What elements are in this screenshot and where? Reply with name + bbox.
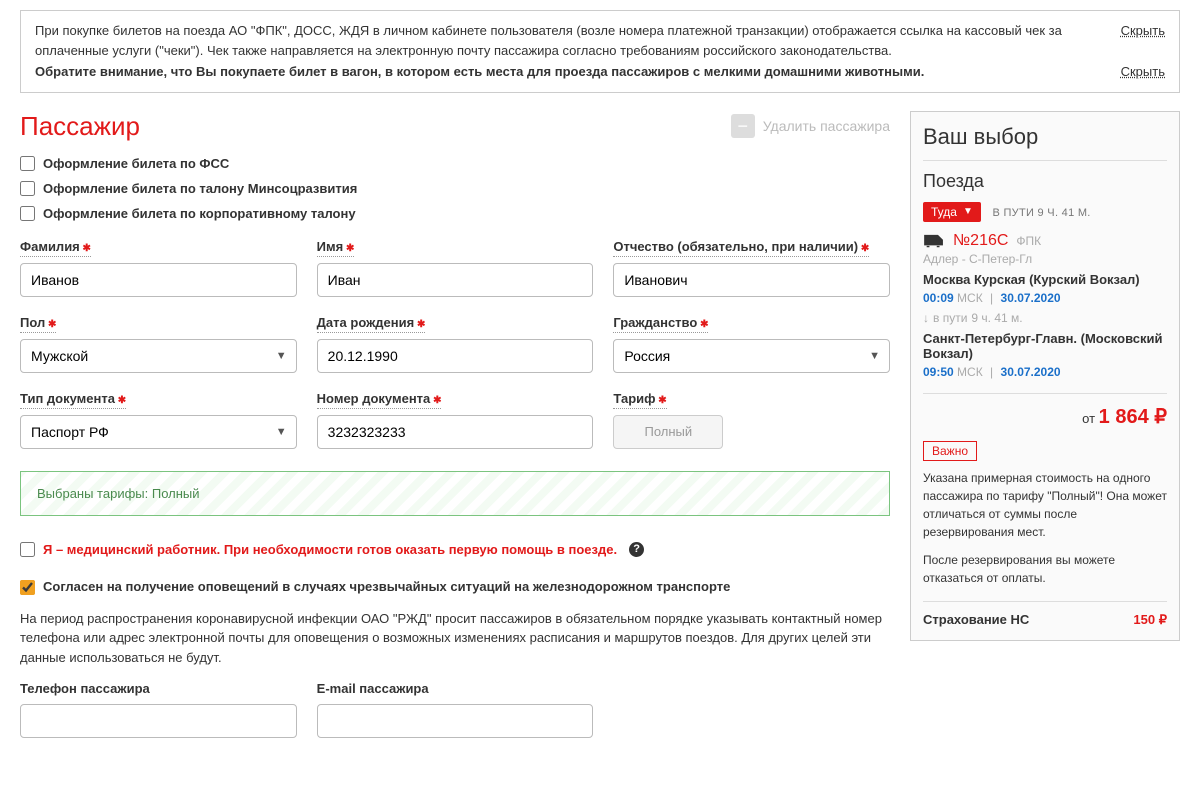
middlename-input[interactable] bbox=[613, 263, 890, 297]
direction-badge[interactable]: Туда ▼ bbox=[923, 202, 981, 222]
docnum-label: Номер документа bbox=[317, 391, 442, 409]
train-icon bbox=[923, 233, 945, 249]
doctype-label: Тип документа bbox=[20, 391, 126, 409]
gender-label: Пол bbox=[20, 315, 56, 333]
minsoc-label: Оформление билета по талону Минсоцразвит… bbox=[43, 181, 357, 196]
corp-checkbox[interactable] bbox=[20, 206, 35, 221]
train-number: №216С bbox=[953, 232, 1008, 250]
tariff-display: Полный bbox=[613, 415, 723, 449]
passenger-form: Пассажир − Удалить пассажира Оформление … bbox=[20, 111, 890, 739]
firstname-label: Имя bbox=[317, 239, 355, 257]
from-station: Москва Курская (Курский Вокзал) bbox=[923, 272, 1167, 287]
to-time-row: 09:50 МСК | 30.07.2020 bbox=[923, 365, 1167, 379]
price-row: от 1 864 ₽ bbox=[923, 393, 1167, 429]
important-badge: Важно bbox=[923, 441, 977, 461]
citizenship-label: Гражданство bbox=[613, 315, 708, 333]
email-input[interactable] bbox=[317, 704, 594, 738]
arrow-down-icon: ↓ bbox=[923, 311, 929, 325]
insurance-label: Страхование НС bbox=[923, 612, 1029, 628]
insurance-price: 150 ₽ bbox=[1133, 612, 1167, 628]
page-title: Пассажир bbox=[20, 111, 140, 142]
phone-input[interactable] bbox=[20, 704, 297, 738]
tariff-banner: Выбраны тарифы: Полный bbox=[20, 471, 890, 516]
hide-notice-link[interactable]: Скрыть bbox=[1121, 21, 1165, 41]
hide-notice-link[interactable]: Скрыть bbox=[1121, 62, 1165, 82]
route-summary: Адлер - С-Петер-Гл bbox=[923, 252, 1167, 266]
from-time-row: 00:09 МСК | 30.07.2020 bbox=[923, 291, 1167, 305]
chevron-down-icon: ▼ bbox=[963, 206, 973, 217]
train-company: ФПК bbox=[1016, 234, 1041, 248]
to-station: Санкт-Петербург-Главн. (Московский Вокза… bbox=[923, 331, 1167, 361]
tariff-label: Тариф bbox=[613, 391, 666, 409]
duration-label: В ПУТИ 9 Ч. 41 М. bbox=[992, 207, 1090, 219]
delete-passenger-button: − Удалить пассажира bbox=[731, 114, 890, 138]
citizenship-select[interactable]: Россия bbox=[613, 339, 890, 373]
covid-info: На период распространения коронавирусной… bbox=[20, 609, 890, 668]
lastname-label: Фамилия bbox=[20, 239, 91, 257]
sidebar-title: Ваш выбор bbox=[923, 124, 1167, 150]
fss-checkbox[interactable] bbox=[20, 156, 35, 171]
firstname-input[interactable] bbox=[317, 263, 594, 297]
medical-label: Я – медицинский работник. При необходимо… bbox=[43, 542, 617, 557]
agree-label: Согласен на получение оповещений в случа… bbox=[43, 579, 730, 594]
duration-row: ↓ в пути 9 ч. 41 м. bbox=[923, 311, 1167, 325]
gender-select[interactable]: Мужской bbox=[20, 339, 297, 373]
info-icon[interactable]: ? bbox=[629, 542, 644, 557]
middlename-label: Отчество (обязательно, при наличии) bbox=[613, 239, 869, 257]
phone-label: Телефон пассажира bbox=[20, 681, 150, 698]
notice-text: При покупке билетов на поезда АО "ФПК", … bbox=[35, 21, 1101, 60]
notice-banner-1: При покупке билетов на поезда АО "ФПК", … bbox=[20, 10, 1180, 93]
minsoc-checkbox[interactable] bbox=[20, 181, 35, 196]
email-label: E-mail пассажира bbox=[317, 681, 429, 698]
agree-checkbox[interactable] bbox=[20, 580, 35, 595]
medical-checkbox[interactable] bbox=[20, 542, 35, 557]
important-text-2: После резервирования вы можете отказатьс… bbox=[923, 551, 1167, 587]
corp-label: Оформление билета по корпоративному тало… bbox=[43, 206, 356, 221]
summary-sidebar: Ваш выбор Поезда Туда ▼ В ПУТИ 9 Ч. 41 М… bbox=[910, 111, 1180, 641]
lastname-input[interactable] bbox=[20, 263, 297, 297]
minus-icon: − bbox=[731, 114, 755, 138]
docnum-input[interactable] bbox=[317, 415, 594, 449]
dob-input[interactable] bbox=[317, 339, 594, 373]
sidebar-trains-heading: Поезда bbox=[923, 160, 1167, 192]
important-text-1: Указана примерная стоимость на одного па… bbox=[923, 469, 1167, 541]
dob-label: Дата рождения bbox=[317, 315, 426, 333]
notice-text: Обратите внимание, что Вы покупаете биле… bbox=[35, 62, 924, 82]
fss-label: Оформление билета по ФСС bbox=[43, 156, 229, 171]
doctype-select[interactable]: Паспорт РФ bbox=[20, 415, 297, 449]
